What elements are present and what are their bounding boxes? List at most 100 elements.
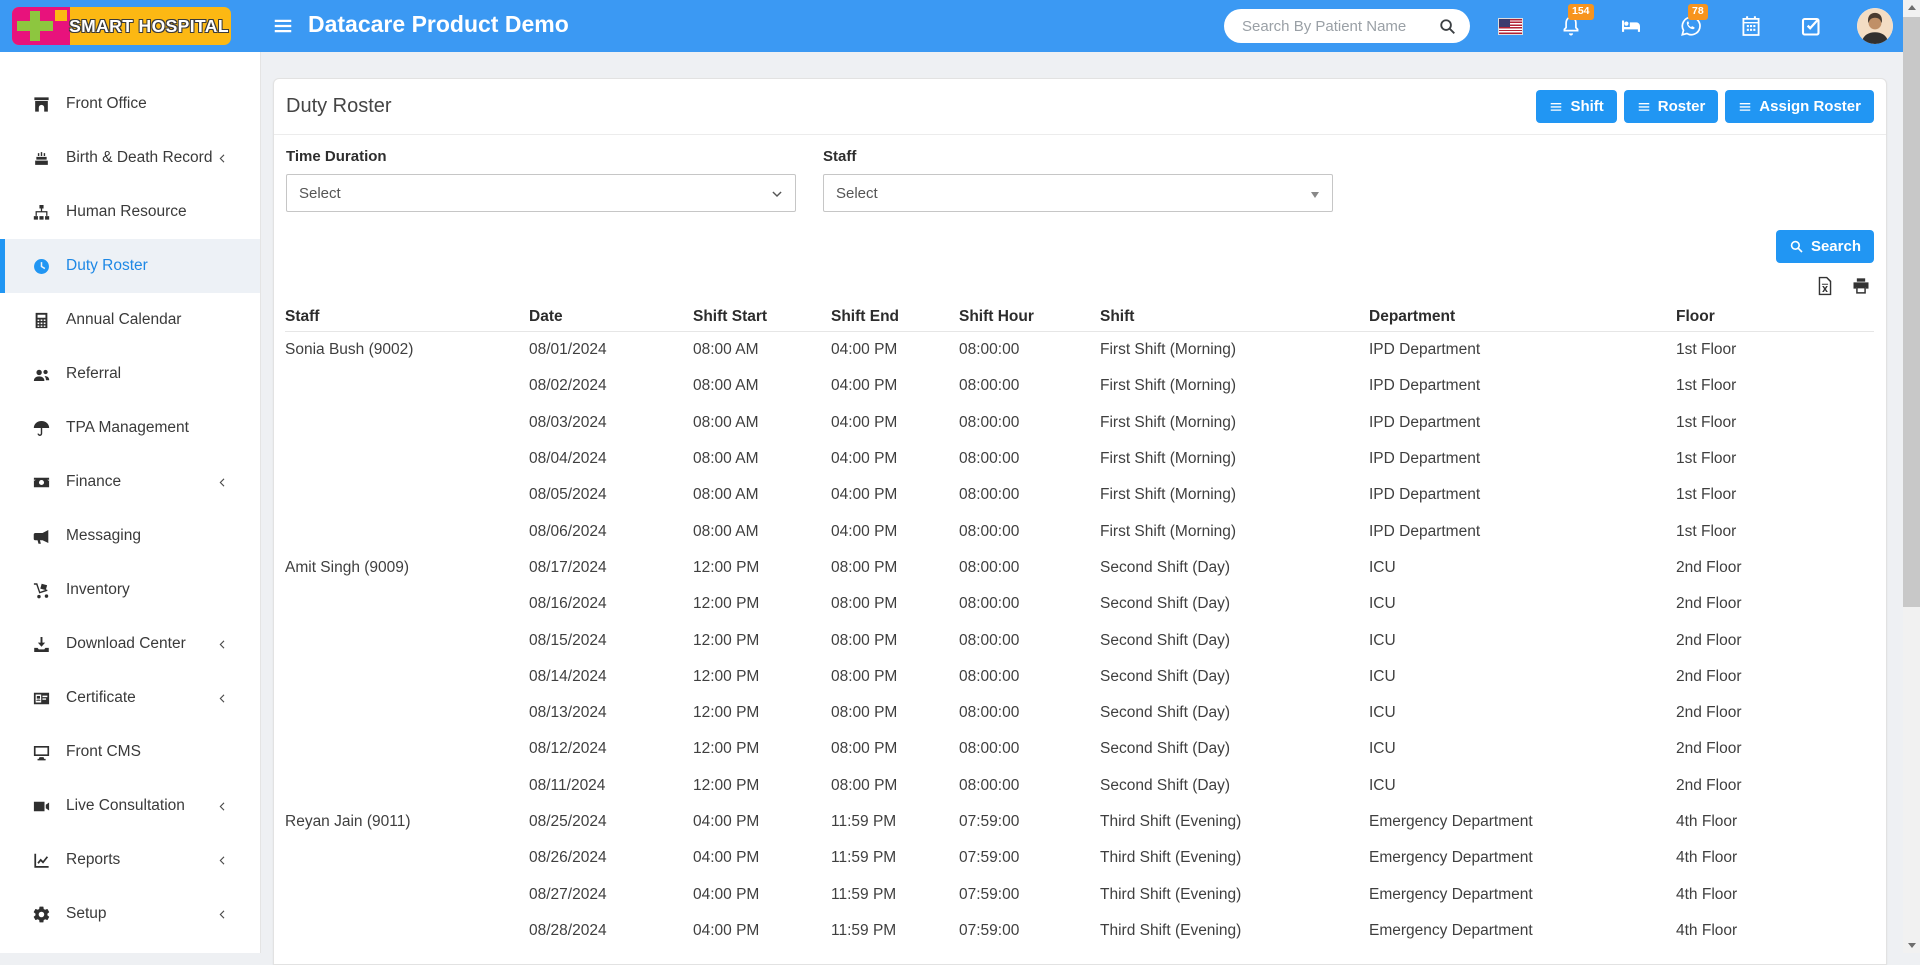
cell-floor: 2nd Floor <box>1676 595 1874 613</box>
cell-floor: 1st Floor <box>1676 341 1874 359</box>
bell-badge: 154 <box>1568 4 1594 20</box>
cell-shift-start: 04:00 PM <box>693 922 831 940</box>
assign-roster-button[interactable]: Assign Roster <box>1725 90 1874 123</box>
sidebar-item-label: Live Consultation <box>66 797 185 815</box>
bed-icon[interactable] <box>1619 14 1643 38</box>
sidebar-item-front-office[interactable]: Front Office <box>0 77 260 131</box>
cell-shift-end: 08:00 PM <box>831 632 959 650</box>
sidebar-item-annual-calendar[interactable]: Annual Calendar <box>0 293 260 347</box>
table-header-row: StaffDateShift StartShift EndShift HourS… <box>285 302 1874 332</box>
sidebar-item-inventory[interactable]: Inventory <box>0 563 260 617</box>
language-flag-icon[interactable] <box>1498 18 1523 35</box>
cell-shift-end: 04:00 PM <box>831 450 959 468</box>
search-button[interactable]: Search <box>1776 230 1874 263</box>
cell-date: 08/16/2024 <box>529 595 693 613</box>
cell-date: 08/01/2024 <box>529 341 693 359</box>
cell-shift-end: 04:00 PM <box>831 341 959 359</box>
calendar-icon[interactable] <box>1739 14 1763 38</box>
cell-shift-end: 08:00 PM <box>831 740 959 758</box>
cell-department: ICU <box>1369 632 1676 650</box>
table-row: 08/03/202408:00 AM04:00 PM08:00:00First … <box>285 405 1874 441</box>
main-content: Duty Roster ShiftRosterAssign Roster Tim… <box>261 52 1903 953</box>
user-avatar[interactable] <box>1857 8 1893 44</box>
top-navbar: SMART HOSPITAL Datacare Product Demo 154… <box>0 0 1903 52</box>
page-scrollbar[interactable] <box>1903 0 1920 953</box>
cell-shift: Third Shift (Evening) <box>1100 813 1369 831</box>
staff-select[interactable]: Select <box>823 174 1333 212</box>
button-label: Shift <box>1570 98 1603 115</box>
cell-shift-end: 04:00 PM <box>831 414 959 432</box>
cell-floor: 2nd Floor <box>1676 704 1874 722</box>
bell-icon[interactable]: 154 <box>1559 14 1583 38</box>
sidebar-item-duty-roster[interactable]: Duty Roster <box>0 239 260 293</box>
sidebar-item-human-resource[interactable]: Human Resource <box>0 185 260 239</box>
time-duration-select[interactable]: Select <box>286 174 796 212</box>
cell-shift: Second Shift (Day) <box>1100 668 1369 686</box>
sidebar-item-label: Duty Roster <box>66 257 148 275</box>
cell-shift: Second Shift (Day) <box>1100 632 1369 650</box>
calculator-icon <box>29 311 54 330</box>
cell-date: 08/25/2024 <box>529 813 693 831</box>
chevron-down-icon <box>770 187 784 201</box>
whatsapp-badge: 78 <box>1688 4 1708 20</box>
scrollbar-thumb[interactable] <box>1903 17 1920 607</box>
scroll-down-arrow[interactable] <box>1903 937 1920 953</box>
cell-shift-hour: 07:59:00 <box>959 813 1100 831</box>
cell-shift: First Shift (Morning) <box>1100 414 1369 432</box>
cell-shift-start: 12:00 PM <box>693 777 831 795</box>
users-icon <box>29 365 54 384</box>
cell-shift-start: 04:00 PM <box>693 813 831 831</box>
duty-roster-table: StaffDateShift StartShift EndShift HourS… <box>285 302 1874 949</box>
cell-shift-hour: 08:00:00 <box>959 341 1100 359</box>
search-input[interactable] <box>1240 17 1438 36</box>
app-logo[interactable]: SMART HOSPITAL <box>12 7 231 45</box>
bars-icon <box>1738 100 1752 114</box>
button-label: Assign Roster <box>1759 98 1861 115</box>
cell-floor: 1st Floor <box>1676 414 1874 432</box>
cell-shift-hour: 08:00:00 <box>959 450 1100 468</box>
tasks-icon[interactable] <box>1799 14 1823 38</box>
sidebar-item-messaging[interactable]: Messaging <box>0 509 260 563</box>
sidebar-item-label: Front CMS <box>66 743 141 761</box>
cell-shift-hour: 08:00:00 <box>959 740 1100 758</box>
sidebar-item-download-center[interactable]: Download Center <box>0 617 260 671</box>
excel-export-icon[interactable] <box>1816 276 1834 296</box>
cell-date: 08/12/2024 <box>529 740 693 758</box>
sidebar-item-referral[interactable]: Referral <box>0 347 260 401</box>
sidebar-item-tpa-management[interactable]: TPA Management <box>0 401 260 455</box>
roster-button[interactable]: Roster <box>1624 90 1719 123</box>
sidebar-item-live-consultation[interactable]: Live Consultation <box>0 779 260 833</box>
sidebar-navigation: Front OfficeBirth & Death RecordHuman Re… <box>0 52 261 953</box>
sidebar-item-setup[interactable]: Setup <box>0 887 260 941</box>
sidebar-item-label: Setup <box>66 905 107 923</box>
table-row: 08/13/202412:00 PM08:00 PM08:00:00Second… <box>285 695 1874 731</box>
cell-shift-start: 12:00 PM <box>693 559 831 577</box>
patient-search <box>1224 9 1470 43</box>
cell-shift-end: 11:59 PM <box>831 849 959 867</box>
sidebar-item-birth-death-record[interactable]: Birth & Death Record <box>0 131 260 185</box>
search-icon[interactable] <box>1438 17 1457 36</box>
whatsapp-icon[interactable]: 78 <box>1679 14 1703 38</box>
sidebar-item-reports[interactable]: Reports <box>0 833 260 887</box>
cell-floor: 1st Floor <box>1676 486 1874 504</box>
hamburger-menu-icon[interactable] <box>272 15 294 37</box>
shift-button[interactable]: Shift <box>1536 90 1616 123</box>
archway-icon <box>29 95 54 114</box>
cell-shift-end: 04:00 PM <box>831 377 959 395</box>
chevron-left-icon <box>216 476 229 489</box>
cell-shift: Third Shift (Evening) <box>1100 922 1369 940</box>
sidebar-item-finance[interactable]: Finance <box>0 455 260 509</box>
cell-shift-start: 12:00 PM <box>693 595 831 613</box>
sidebar-item-front-cms[interactable]: Front CMS <box>0 725 260 779</box>
cell-floor: 1st Floor <box>1676 450 1874 468</box>
scroll-up-arrow[interactable] <box>1903 0 1920 16</box>
export-actions <box>274 263 1886 296</box>
cell-shift-start: 08:00 AM <box>693 450 831 468</box>
cell-shift-end: 11:59 PM <box>831 922 959 940</box>
table-row: Reyan Jain (9011)08/25/202404:00 PM11:59… <box>285 804 1874 840</box>
sidebar-item-certificate[interactable]: Certificate <box>0 671 260 725</box>
print-icon[interactable] <box>1851 276 1871 296</box>
cell-date: 08/04/2024 <box>529 450 693 468</box>
cell-shift: First Shift (Morning) <box>1100 341 1369 359</box>
cell-shift-start: 12:00 PM <box>693 704 831 722</box>
